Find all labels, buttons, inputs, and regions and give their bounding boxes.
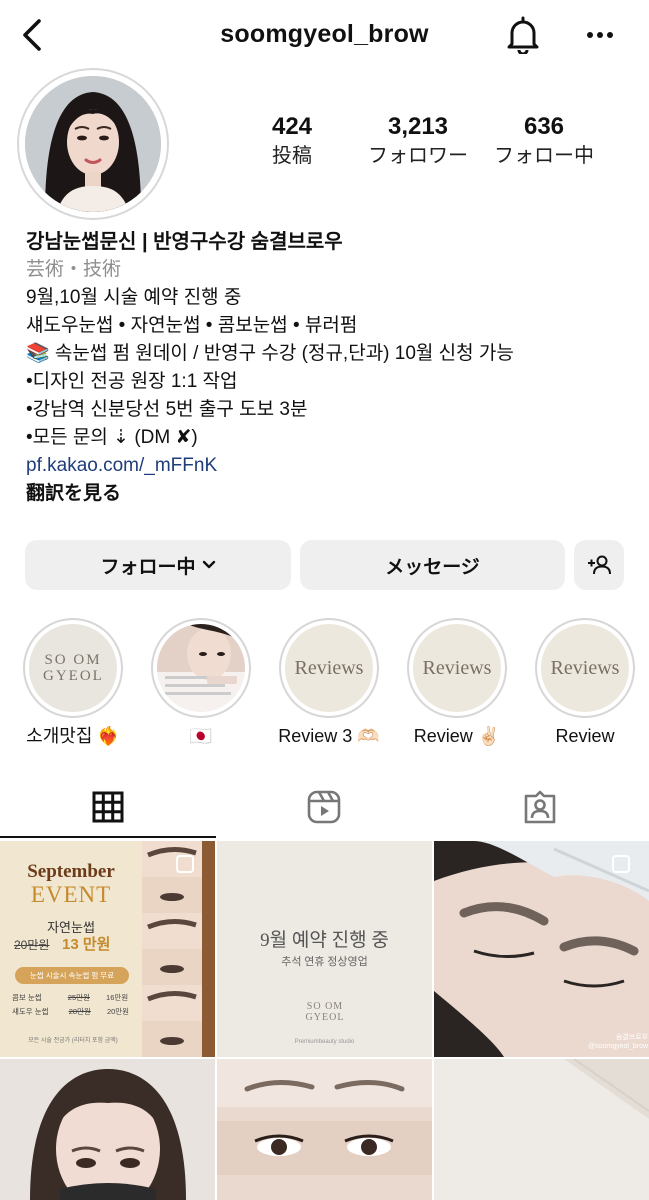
posts-count-value: 424 <box>271 113 313 140</box>
profile-bio: 강남눈썹문신 | 반영구수강 숨결브로우 芸術・技術 9월,10월 시술 예약 … <box>26 228 636 508</box>
post-subtitle: EVENT <box>30 882 112 907</box>
highlight-cover: Reviews <box>407 618 507 718</box>
watermark-line: @soomgyeol_brow <box>588 1043 649 1050</box>
carousel-icon <box>612 855 630 873</box>
message-button[interactable]: メッセージ <box>300 540 565 590</box>
bio-line: 섀도우눈썹 • 자연눈썹 • 콤보눈썹 • 뷰러펌 <box>26 315 358 336</box>
post-row-new: 20만원 <box>106 1007 130 1016</box>
posts-grid: September EVENT 자연눈썹 20만원 13 만원 눈썹 시술시 속… <box>0 841 649 1200</box>
post-note: 모든 시술 전금가 (리터치 포함 금액) <box>28 1038 118 1044</box>
story-highlight[interactable]: SO OM GYEOL 소개맛집 ❤️‍🔥 <box>21 618 125 748</box>
post-image <box>434 1059 649 1200</box>
post-title: 9월 예약 진행 중 <box>260 930 389 951</box>
reels-icon <box>307 790 341 824</box>
more-options-button[interactable] <box>580 20 620 50</box>
highlight-cover-text: Reviews <box>422 656 492 679</box>
followers-count-value: 3,213 <box>387 113 449 140</box>
carousel-icon <box>176 855 194 873</box>
highlight-cover <box>151 618 251 718</box>
post-row-name: 섀도우 눈썹 <box>12 1007 49 1016</box>
highlight-thumbnail <box>157 624 245 712</box>
suggested-users-button[interactable] <box>574 540 624 590</box>
post-subtitle: 추석 연휴 정상영업 <box>281 956 368 968</box>
story-highlight[interactable]: Reviews Review <box>533 618 637 748</box>
story-highlight[interactable]: 🇯🇵 <box>149 618 253 748</box>
highlight-label: Review ✌🏻 <box>413 726 501 746</box>
post-row-name: 콤보 눈썹 <box>12 993 42 1002</box>
avatar-image <box>25 76 161 212</box>
more-icon <box>587 32 613 38</box>
followers-count[interactable]: 3,213 フォロワー <box>358 112 478 170</box>
chevron-down-icon <box>202 560 215 569</box>
bio-line: 9월,10월 시술 예약 진행 중 <box>26 287 242 308</box>
post-logo: SO OM GYEOL <box>305 1001 345 1023</box>
following-count-value: 636 <box>523 113 565 140</box>
highlight-label: 🇯🇵 <box>189 726 213 746</box>
highlight-cover-text: Reviews <box>294 656 364 679</box>
profile-display-name: 강남눈썹문신 | 반영구수강 숨결브로우 <box>26 231 343 253</box>
post-thumbnail[interactable]: 숨결브로우 @soomgyeol_brow <box>434 841 649 1057</box>
posts-count-label: 投稿 <box>272 145 312 167</box>
profile-avatar[interactable] <box>17 68 169 220</box>
post-image <box>217 1059 432 1200</box>
tagged-icon <box>524 790 556 824</box>
post-thumbnail[interactable]: September EVENT 자연눈썹 20만원 13 만원 눈썹 시술시 속… <box>0 841 215 1057</box>
post-image <box>0 1059 215 1200</box>
bio-line: •모든 문의 ⇣ (DM ✘) <box>26 427 198 448</box>
highlight-label: Review 3 🫶🏻 <box>278 726 380 746</box>
post-pill: 눈썹 시술시 속눈썹 펌 무료 <box>15 967 129 984</box>
posts-count[interactable]: 424 投稿 <box>248 112 336 170</box>
notifications-button[interactable] <box>503 14 543 56</box>
post-watermark: 숨결브로우 @soomgyeol_brow <box>588 1033 648 1051</box>
post-new-price: 13 만원 <box>62 936 111 953</box>
following-button-label: フォロー中 <box>100 556 196 578</box>
post-image <box>434 841 649 1057</box>
post-logo-sub: Premiumbeauty studio <box>294 1039 355 1045</box>
translate-button[interactable]: 翻訳を見る <box>26 480 636 508</box>
highlight-cover: Reviews <box>279 618 379 718</box>
grid-icon <box>92 791 124 823</box>
post-row-new: 16만원 <box>106 993 129 1002</box>
post-row-old: 25만원 <box>67 993 90 1002</box>
bell-icon <box>507 16 539 54</box>
story-highlight[interactable]: Reviews Review ✌🏻 <box>405 618 509 748</box>
post-row-old: 28만원 <box>68 1007 91 1016</box>
highlight-label: Review <box>555 726 615 746</box>
following-button[interactable]: フォロー中 <box>25 540 291 590</box>
following-count[interactable]: 636 フォロー中 <box>486 112 602 170</box>
post-old-price: 20만원 <box>14 938 50 952</box>
post-price-table: 콤보 눈썹 25만원 16만원 섀도우 눈썹 28만원 20만원 <box>12 991 138 1019</box>
post-thumbnail[interactable]: 9월 예약 진행 중 추석 연휴 정상영업 SO OM GYEOL Premiu… <box>217 841 432 1057</box>
highlight-cover: Reviews <box>535 618 635 718</box>
profile-category: 芸術・技術 <box>26 259 122 280</box>
bio-line: 📚 속눈썹 펌 원데이 / 반영구 수강 (정규,단과) 10월 신청 가능 <box>26 343 514 364</box>
post-thumbnail[interactable] <box>434 1059 649 1200</box>
add-person-icon <box>588 555 611 575</box>
watermark-line: 숨결브로우 <box>615 1034 649 1041</box>
profile-link[interactable]: pf.kakao.com/_mFFnK <box>26 452 636 480</box>
highlight-cover: SO OM GYEOL <box>23 618 123 718</box>
profile-username: soomgyeol_brow <box>220 20 429 48</box>
post-title: September <box>27 861 115 882</box>
post-thumbnail[interactable] <box>0 1059 215 1200</box>
following-count-label: フォロー中 <box>494 145 594 167</box>
tab-reels[interactable] <box>216 775 432 839</box>
active-tab-indicator <box>0 836 216 838</box>
top-bar: soomgyeol_brow <box>0 0 649 70</box>
post-eyes-collage <box>142 841 202 1057</box>
tab-posts-grid[interactable] <box>0 775 216 839</box>
tab-tagged[interactable] <box>432 775 648 839</box>
highlight-label: 소개맛집 ❤️‍🔥 <box>26 726 120 746</box>
bio-line: •강남역 신분당선 5번 출구 도보 3분 <box>26 399 308 420</box>
message-button-label: メッセージ <box>385 556 480 578</box>
bio-line: •디자인 전공 원장 1:1 작업 <box>26 371 238 392</box>
highlight-cover-text: SO OM GYEOL <box>43 652 104 684</box>
followers-count-label: フォロワー <box>368 145 468 167</box>
post-thumbnail[interactable] <box>217 1059 432 1200</box>
highlight-cover-text: Reviews <box>550 656 620 679</box>
story-highlight[interactable]: Reviews Review 3 🫶🏻 <box>277 618 381 748</box>
